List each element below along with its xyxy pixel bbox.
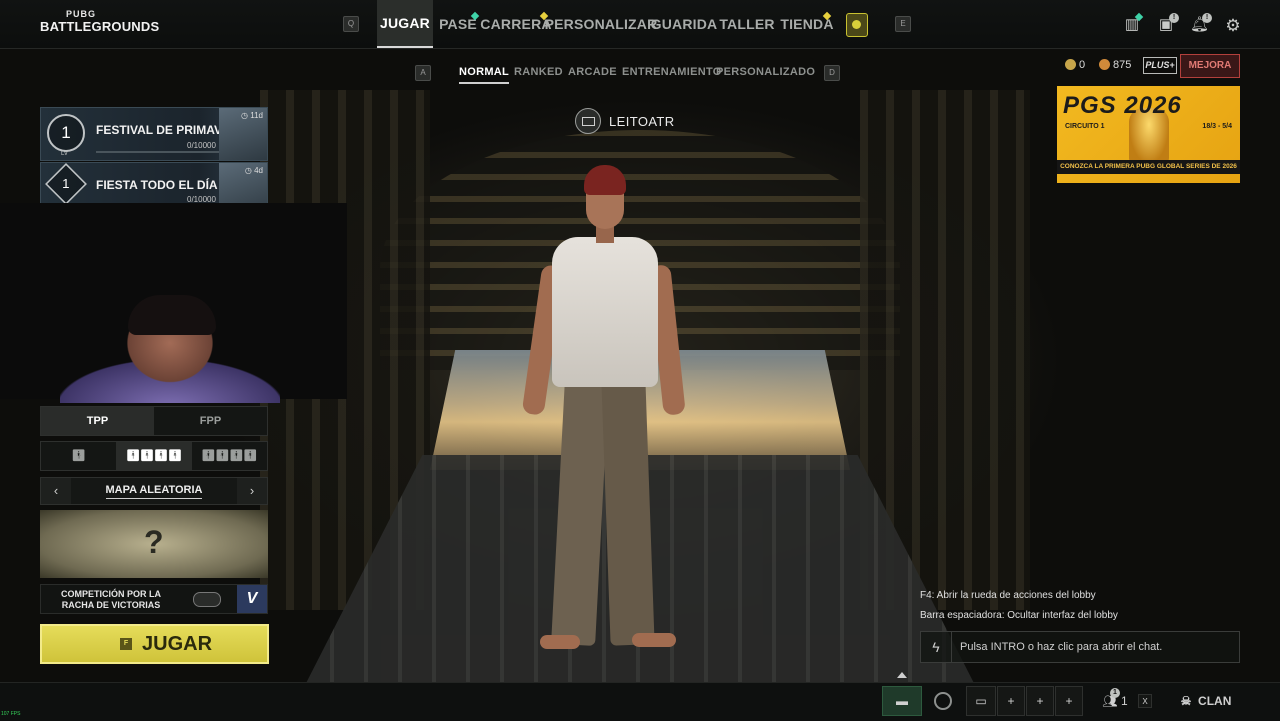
- win-streak-label: COMPETICIÓN POR LA RACHA DE VICTORIAS: [60, 589, 161, 610]
- event-progress-bar: [96, 151, 222, 153]
- event-level: 1: [47, 114, 85, 152]
- tab-personalizar[interactable]: PERSONALIZAR: [545, 0, 658, 48]
- player-name: LEITOATR: [609, 113, 675, 129]
- map-label: MAPA ALEATORIA: [71, 478, 237, 502]
- event-days: ◷ 4d: [244, 166, 263, 175]
- coin-shop-icon[interactable]: [846, 13, 868, 37]
- tab-jugar[interactable]: JUGAR: [377, 0, 433, 48]
- tab-tienda[interactable]: TIENDA: [780, 0, 833, 48]
- chat-placeholder: Pulsa INTRO o haz clic para abrir el cha…: [960, 641, 1163, 653]
- tab-taller[interactable]: TALLER: [719, 0, 774, 48]
- bp-balance[interactable]: 875: [1099, 58, 1131, 72]
- player-tag[interactable]: LEITOATR: [575, 108, 675, 134]
- event-days: ◷ 11d: [241, 111, 263, 120]
- pubg-logo: PUBG BATTLEGROUNDS: [40, 9, 160, 34]
- event-card-festival[interactable]: 1 LV FESTIVAL DE PRIMAVER... 0/10000 ◷ 1…: [40, 107, 268, 161]
- clan-button[interactable]: ☠ CLAN: [1176, 686, 1236, 716]
- upgrade-button[interactable]: MEJORA: [1180, 54, 1240, 78]
- bell-badge: !: [1202, 13, 1212, 23]
- banner-circuit: CIRCUITO 1: [1065, 123, 1105, 130]
- subnav-prev-key[interactable]: A: [415, 65, 431, 81]
- invite-slot-2[interactable]: +: [1026, 686, 1054, 716]
- invite-slot-3[interactable]: +: [1055, 686, 1083, 716]
- close-friends-key[interactable]: X: [1138, 694, 1152, 708]
- squad-alt-option[interactable]: 🚹︎🚹︎🚹︎🚹︎: [192, 442, 267, 470]
- chat-toggle-button[interactable]: ▬: [882, 686, 922, 716]
- squad-alt-icon: 🚹︎🚹︎🚹︎🚹︎: [201, 450, 258, 462]
- solo-icon: 🚹︎: [71, 450, 86, 462]
- gcoin-balance[interactable]: 0: [1065, 58, 1085, 72]
- perspective-selector: TPP FPP: [40, 406, 268, 436]
- chat-line: Barra espaciadora: Ocultar interfaz del …: [920, 610, 1118, 621]
- chat-input[interactable]: ϟ Pulsa INTRO o haz clic para abrir el c…: [920, 631, 1240, 663]
- banner-title: PGS 2026: [1063, 92, 1182, 119]
- player-card-icon: [575, 108, 601, 134]
- banner-caption: CONOZCA LA PRIMERA PUBG GLOBAL SERIES DE…: [1057, 160, 1240, 174]
- nav-next-key[interactable]: E: [895, 16, 911, 32]
- fps-counter: 107 FPS: [1, 711, 21, 717]
- clan-icon: ☠: [1180, 694, 1192, 708]
- win-streak-toggle[interactable]: [193, 592, 221, 607]
- bp-icon: [1099, 59, 1110, 70]
- subtab-entrenamiento[interactable]: ENTRENAMIENTO: [622, 62, 722, 82]
- chat-expand-icon[interactable]: [897, 672, 907, 678]
- webcam-overlay: [0, 203, 347, 403]
- chat-line: F4: Abrir la rueda de acciones del lobby: [920, 590, 1096, 601]
- tab-pase[interactable]: PASE: [439, 0, 477, 48]
- banner-dates: 18/3 - 5/4: [1202, 123, 1232, 130]
- radio-button[interactable]: [928, 686, 958, 716]
- subtab-normal[interactable]: NORMAL: [459, 62, 510, 84]
- map-next-button[interactable]: ›: [237, 478, 267, 504]
- play-key: F: [120, 638, 132, 650]
- victory-badge-icon[interactable]: V: [237, 585, 267, 613]
- radio-icon: [934, 692, 952, 710]
- bottom-bar: [0, 682, 1280, 721]
- fpp-option[interactable]: FPP: [154, 407, 267, 435]
- random-map-icon: ?: [144, 524, 164, 560]
- squad-size-selector: 🚹︎ 🚹︎🚹︎🚹︎🚹︎ 🚹︎🚹︎🚹︎🚹︎: [40, 441, 268, 471]
- play-label: JUGAR: [142, 633, 213, 655]
- player-card-button[interactable]: ▭: [966, 686, 996, 716]
- event-card-fiesta[interactable]: 1 FIESTA TODO EL DÍA 0/10000 ◷ 4d: [40, 162, 268, 204]
- event-level: 1: [45, 163, 87, 203]
- chat-log: F4: Abrir la rueda de acciones del lobby…: [920, 586, 1240, 626]
- invite-slot-1[interactable]: +: [997, 686, 1025, 716]
- event-title: FIESTA TODO EL DÍA: [96, 178, 218, 192]
- gift-badge: !: [1169, 13, 1179, 23]
- id-card-icon: ▭: [975, 694, 987, 708]
- map-selector: ‹ MAPA ALEATORIA ›: [40, 477, 268, 505]
- plus-badge[interactable]: PLUS+: [1143, 57, 1177, 74]
- squad-option[interactable]: 🚹︎🚹︎🚹︎🚹︎: [116, 442, 192, 470]
- play-button[interactable]: F JUGAR: [40, 624, 269, 664]
- player-character[interactable]: [520, 165, 690, 665]
- solo-option[interactable]: 🚹︎: [41, 442, 116, 470]
- pgs-banner[interactable]: PGS 2026 CIRCUITO 1 18/3 - 5/4 CONOZCA L…: [1057, 86, 1240, 183]
- event-progress: 0/10000: [187, 141, 216, 150]
- subtab-ranked[interactable]: RANKED: [514, 62, 563, 82]
- tpp-option[interactable]: TPP: [41, 407, 154, 435]
- win-streak-panel: COMPETICIÓN POR LA RACHA DE VICTORIAS V: [40, 584, 268, 614]
- subtab-personalizado[interactable]: PERSONALIZADO: [716, 62, 815, 82]
- tab-guarida[interactable]: GUARIDA: [651, 0, 718, 48]
- map-preview[interactable]: ?: [40, 510, 268, 578]
- friends-badge: 1: [1110, 688, 1120, 698]
- map-prev-button[interactable]: ‹: [41, 478, 71, 504]
- squad-icon: 🚹︎🚹︎🚹︎🚹︎: [126, 450, 182, 462]
- tab-carrera[interactable]: CARRERA: [480, 0, 551, 48]
- chat-icon: ▬: [896, 694, 908, 708]
- gear-icon[interactable]: ⚙: [1224, 17, 1242, 35]
- nav-prev-key[interactable]: Q: [343, 16, 359, 32]
- subnav-next-key[interactable]: D: [824, 65, 840, 81]
- subtab-arcade[interactable]: ARCADE: [568, 62, 617, 82]
- lightning-icon[interactable]: ϟ: [921, 632, 952, 662]
- gcoin-icon: [1065, 59, 1076, 70]
